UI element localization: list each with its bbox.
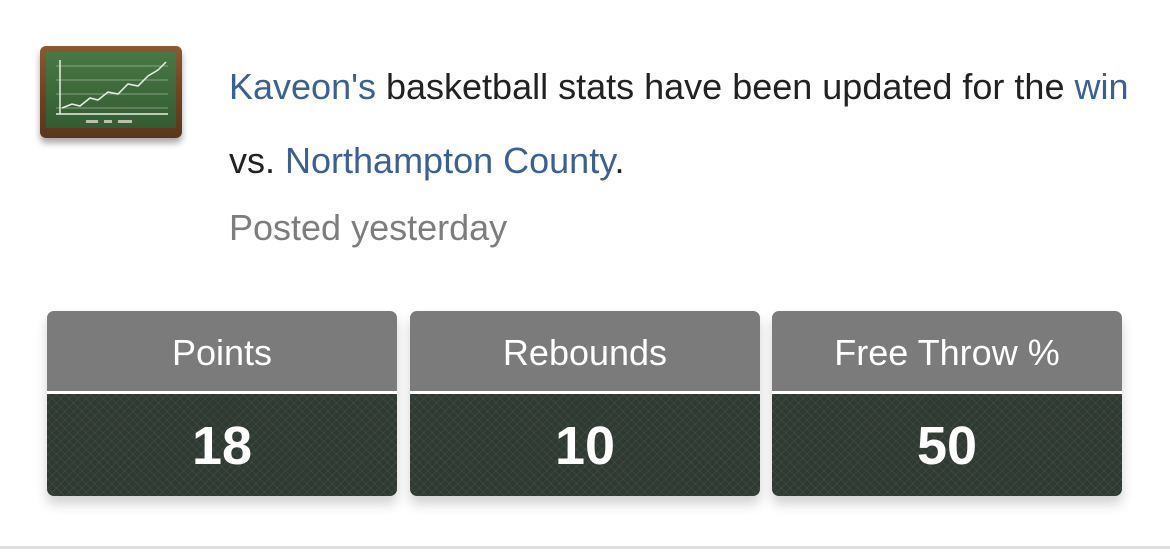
opponent-link[interactable]: Northampton County [285,140,615,181]
stat-label: Rebounds [410,311,760,394]
stat-card-free-throw-pct: Free Throw % 50 [772,311,1122,496]
chalkboard-chart-graphic [46,52,176,128]
stat-label: Free Throw % [772,311,1122,394]
feed-divider [0,546,1170,549]
stat-label: Points [47,311,397,394]
chalkboard-chart-icon [40,46,182,138]
headline-text-2: vs. [229,140,286,181]
player-link[interactable]: Kaveon's [229,66,376,107]
stat-value: 18 [47,394,397,496]
post-timestamp: Posted yesterday [229,207,508,248]
game-result-link[interactable]: win [1074,66,1128,107]
stat-card-points: Points 18 [47,311,397,496]
stats-update-post: Kaveon's basketball stats have been upda… [0,0,1170,554]
stat-card-rebounds: Rebounds 10 [410,311,760,496]
post-headline: Kaveon's basketball stats have been upda… [229,50,1159,198]
stat-value: 50 [772,394,1122,496]
headline-text-3: . [614,140,625,181]
stat-value: 10 [410,394,760,496]
headline-text-1: basketball stats have been updated for t… [375,66,1075,107]
